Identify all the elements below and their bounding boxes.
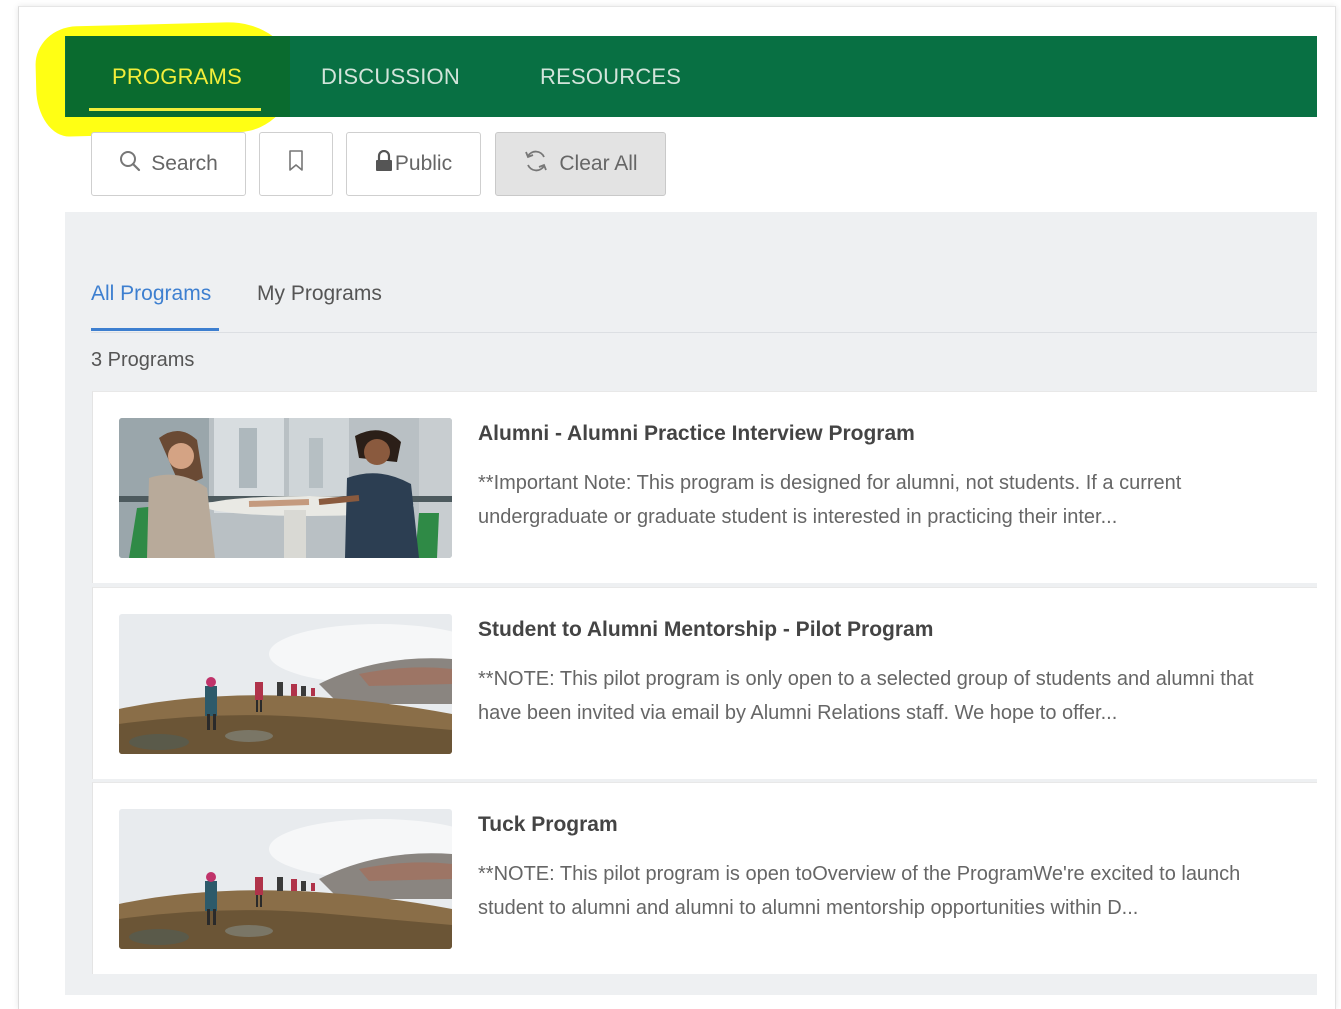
program-title[interactable]: Tuck Program bbox=[478, 813, 618, 837]
hikers-photo bbox=[119, 614, 452, 754]
subtab-all-programs[interactable]: All Programs bbox=[91, 282, 211, 306]
search-label: Search bbox=[151, 152, 218, 175]
program-description: **NOTE: This pilot program is only open … bbox=[478, 668, 1254, 724]
program-card[interactable]: Tuck Program **NOTE: This pilot program … bbox=[92, 782, 1317, 974]
tab-programs-underline bbox=[89, 108, 261, 111]
subtab-divider bbox=[91, 332, 1317, 333]
public-label: Public bbox=[394, 152, 453, 175]
tab-programs[interactable]: PROGRAMS bbox=[112, 36, 242, 117]
subtab-my-programs[interactable]: My Programs bbox=[257, 282, 382, 306]
program-card[interactable]: Student to Alumni Mentorship - Pilot Pro… bbox=[92, 587, 1317, 779]
program-count: 3 Programs bbox=[91, 349, 195, 371]
tab-resources[interactable]: RESOURCES bbox=[540, 36, 681, 117]
program-description: **NOTE: This pilot program is open toOve… bbox=[478, 863, 1241, 919]
program-title[interactable]: Student to Alumni Mentorship - Pilot Pro… bbox=[478, 618, 933, 642]
lock-icon bbox=[375, 149, 393, 178]
program-description: **Important Note: This program is design… bbox=[478, 472, 1182, 528]
search-icon bbox=[119, 150, 141, 178]
bookmark-icon bbox=[288, 150, 304, 178]
search-button[interactable]: Search bbox=[91, 132, 246, 196]
program-title[interactable]: Alumni - Alumni Practice Interview Progr… bbox=[478, 422, 915, 446]
clear-all-button[interactable]: Clear All bbox=[495, 132, 666, 196]
clear-all-label: Clear All bbox=[559, 152, 638, 175]
program-card[interactable]: Alumni - Alumni Practice Interview Progr… bbox=[92, 391, 1317, 583]
interview-photo bbox=[119, 418, 452, 558]
subtab-active-underline bbox=[91, 328, 219, 331]
public-filter-button[interactable]: Public bbox=[346, 132, 481, 196]
hikers-photo bbox=[119, 809, 452, 949]
refresh-icon bbox=[523, 148, 549, 180]
bookmark-button[interactable] bbox=[259, 132, 333, 196]
tab-discussion[interactable]: DISCUSSION bbox=[321, 36, 460, 117]
